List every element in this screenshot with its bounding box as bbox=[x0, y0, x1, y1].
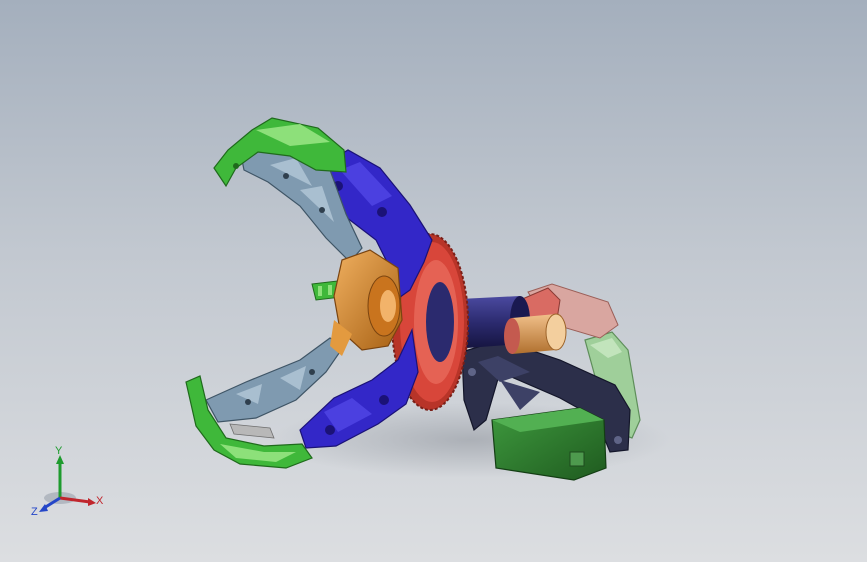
x-axis-label: X bbox=[96, 495, 104, 507]
bearing-cylinder[interactable] bbox=[504, 313, 567, 354]
center-hub[interactable] bbox=[330, 249, 403, 356]
y-axis-label: Y bbox=[55, 445, 63, 457]
axis-triad: Y X Z bbox=[31, 445, 104, 518]
x-arrow-icon bbox=[88, 498, 96, 506]
cad-3d-viewport[interactable] bbox=[0, 0, 867, 562]
z-axis-label: Z bbox=[31, 506, 38, 518]
servo-motor[interactable] bbox=[491, 407, 607, 481]
